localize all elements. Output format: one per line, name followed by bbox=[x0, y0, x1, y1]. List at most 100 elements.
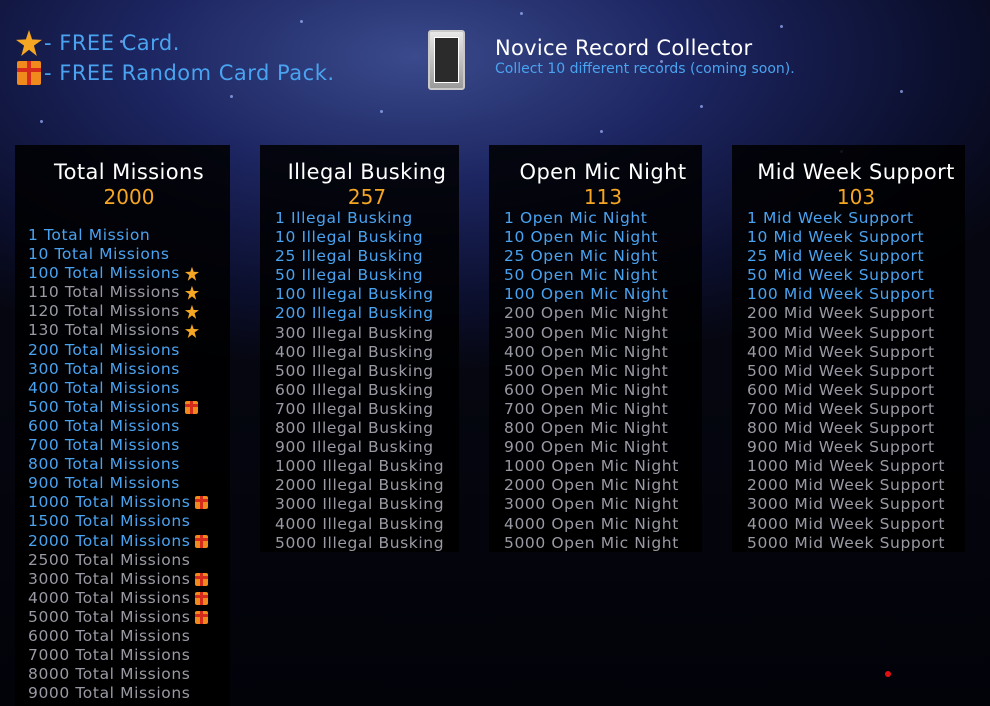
milestone-label: 300 Open Mic Night bbox=[504, 323, 669, 342]
milestone-item: 300 Illegal Busking bbox=[275, 324, 459, 343]
star-icon bbox=[14, 30, 44, 56]
milestone-item: 400 Mid Week Support bbox=[747, 343, 965, 362]
milestone-item: 1000 Illegal Busking bbox=[275, 457, 459, 476]
milestone-item: 4000 Illegal Busking bbox=[275, 515, 459, 534]
gift-icon bbox=[195, 610, 209, 624]
milestone-item: 2000 Total Missions bbox=[28, 532, 230, 551]
milestone-list: 1 Open Mic Night 10 Open Mic Night 25 Open… bbox=[504, 209, 702, 553]
milestone-label: 4000 Illegal Busking bbox=[275, 514, 445, 533]
achievement-description: Collect 10 different records (coming soo… bbox=[495, 61, 795, 77]
milestone-item: 5000 Open Mic Night bbox=[504, 534, 702, 553]
milestone-item: 2000 Open Mic Night bbox=[504, 476, 702, 495]
milestone-label: 2500 Total Missions bbox=[28, 550, 191, 569]
milestone-item: 10 Mid Week Support bbox=[747, 228, 965, 247]
milestone-item: 100 Open Mic Night bbox=[504, 285, 702, 304]
milestone-label: 10 Open Mic Night bbox=[504, 228, 658, 247]
milestone-label: 1 Total Mission bbox=[28, 226, 151, 244]
milestone-item: 900 Open Mic Night bbox=[504, 438, 702, 457]
milestone-item: 50 Open Mic Night bbox=[504, 266, 702, 285]
gift-icon bbox=[195, 572, 209, 586]
milestone-list: 1 Total Mission 10 Total Missions 100 Tota… bbox=[28, 226, 230, 703]
milestone-item: 10 Total Missions bbox=[28, 245, 230, 264]
milestone-item: 600 Illegal Busking bbox=[275, 381, 459, 400]
milestone-label: 1000 Total Missions bbox=[28, 493, 191, 512]
milestone-item: 600 Total Missions bbox=[28, 417, 230, 436]
milestone-item: 110 Total Missions bbox=[28, 283, 230, 302]
legend-free-card: - FREE Card. bbox=[14, 28, 335, 58]
milestone-item: 300 Total Missions bbox=[28, 360, 230, 379]
gift-icon bbox=[14, 61, 44, 85]
reward-legend: - FREE Card. - FREE Random Card Pack. bbox=[14, 28, 335, 88]
milestone-label: 1 Illegal Busking bbox=[275, 209, 413, 227]
milestone-label: 5000 Open Mic Night bbox=[504, 533, 679, 552]
milestone-label: 800 Mid Week Support bbox=[747, 419, 935, 438]
milestone-label: 500 Illegal Busking bbox=[275, 361, 434, 380]
record-card-image bbox=[428, 30, 465, 90]
milestone-item: 25 Mid Week Support bbox=[747, 247, 965, 266]
milestone-label: 100 Open Mic Night bbox=[504, 285, 669, 304]
milestone-item: 200 Total Missions bbox=[28, 341, 230, 360]
stage-light bbox=[600, 130, 603, 133]
milestone-item: 700 Open Mic Night bbox=[504, 400, 702, 419]
milestone-item: 4000 Mid Week Support bbox=[747, 515, 965, 534]
milestone-item: 300 Open Mic Night bbox=[504, 324, 702, 343]
milestone-item: 50 Mid Week Support bbox=[747, 266, 965, 285]
milestone-item: 800 Mid Week Support bbox=[747, 419, 965, 438]
milestone-label: 200 Total Missions bbox=[28, 340, 180, 359]
milestone-label: 6000 Total Missions bbox=[28, 626, 191, 645]
milestone-item: 8000 Total Missions bbox=[28, 665, 230, 684]
milestone-item: 5000 Mid Week Support bbox=[747, 534, 965, 553]
milestone-label: 1 Mid Week Support bbox=[747, 209, 914, 227]
column-illegal-busking: Illegal Busking 257 1 Illegal Busking 10 … bbox=[260, 145, 459, 552]
milestone-label: 700 Total Missions bbox=[28, 436, 180, 455]
milestone-label: 500 Total Missions bbox=[28, 397, 180, 416]
milestone-label: 700 Illegal Busking bbox=[275, 399, 434, 418]
milestone-label: 5000 Total Missions bbox=[28, 607, 191, 626]
milestone-item: 6000 Total Missions bbox=[28, 627, 230, 646]
column-total-missions: Total Missions 2000 1 Total Mission 10 To… bbox=[15, 145, 230, 706]
milestone-label: 100 Illegal Busking bbox=[275, 285, 434, 304]
milestone-label: 2000 Total Missions bbox=[28, 531, 191, 550]
milestone-label: 800 Illegal Busking bbox=[275, 419, 434, 438]
milestone-label: 900 Mid Week Support bbox=[747, 438, 935, 457]
column-count: 2000 bbox=[103, 185, 155, 209]
milestone-item: 500 Total Missions bbox=[28, 398, 230, 417]
milestone-item: 100 Illegal Busking bbox=[275, 285, 459, 304]
milestone-label: 10 Illegal Busking bbox=[275, 228, 424, 247]
milestone-item: 9000 Total Missions bbox=[28, 684, 230, 703]
milestone-item: 400 Illegal Busking bbox=[275, 343, 459, 362]
milestone-item: 10 Open Mic Night bbox=[504, 228, 702, 247]
milestone-item: 4000 Open Mic Night bbox=[504, 515, 702, 534]
milestone-item: 500 Illegal Busking bbox=[275, 362, 459, 381]
stage-light bbox=[780, 25, 783, 28]
gift-icon bbox=[195, 496, 209, 510]
milestone-item: 3000 Illegal Busking bbox=[275, 495, 459, 514]
milestone-item: 900 Mid Week Support bbox=[747, 438, 965, 457]
milestone-item: 2500 Total Missions bbox=[28, 551, 230, 570]
legend-free-card-label: - FREE Card. bbox=[44, 31, 180, 55]
milestone-label: 4000 Open Mic Night bbox=[504, 514, 679, 533]
milestone-label: 400 Illegal Busking bbox=[275, 342, 434, 361]
milestone-label: 2000 Open Mic Night bbox=[504, 476, 679, 495]
milestone-label: 8000 Total Missions bbox=[28, 665, 191, 684]
milestone-label: 2000 Mid Week Support bbox=[747, 476, 946, 495]
milestone-label: 1000 Illegal Busking bbox=[275, 457, 445, 476]
milestone-item: 700 Mid Week Support bbox=[747, 400, 965, 419]
milestone-label: 400 Mid Week Support bbox=[747, 342, 935, 361]
stage-light bbox=[380, 110, 383, 113]
star-icon bbox=[184, 323, 199, 338]
column-title: Mid Week Support bbox=[757, 160, 955, 184]
stage-light bbox=[300, 20, 303, 23]
status-dot bbox=[885, 671, 891, 677]
milestone-item: 600 Open Mic Night bbox=[504, 381, 702, 400]
milestone-label: 1000 Mid Week Support bbox=[747, 457, 946, 476]
milestone-label: 3000 Mid Week Support bbox=[747, 495, 946, 514]
milestone-item: 400 Total Missions bbox=[28, 379, 230, 398]
milestone-list: 1 Illegal Busking 10 Illegal Busking 25 Il… bbox=[275, 209, 459, 553]
milestone-label: 120 Total Missions bbox=[28, 302, 180, 321]
legend-free-pack-label: - FREE Random Card Pack. bbox=[44, 61, 335, 85]
milestone-item: 700 Total Missions bbox=[28, 436, 230, 455]
milestone-label: 50 Open Mic Night bbox=[504, 266, 658, 285]
milestone-item: 1500 Total Missions bbox=[28, 512, 230, 531]
milestone-item: 1 Total Mission bbox=[28, 226, 230, 245]
